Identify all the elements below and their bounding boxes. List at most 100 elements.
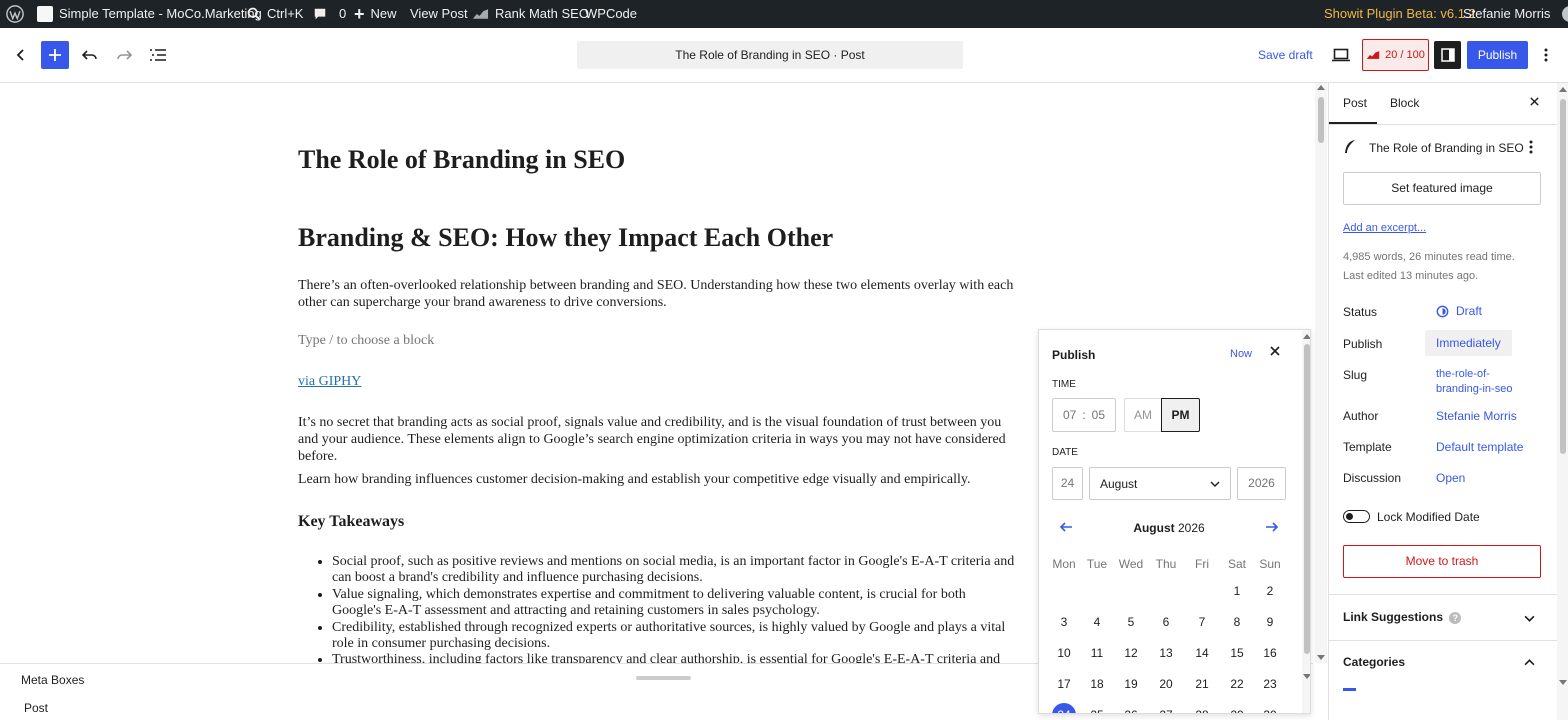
publish-date-button[interactable]: Immediately	[1425, 330, 1512, 356]
am-button[interactable]: AM	[1124, 398, 1162, 432]
scroll-up-arrow-icon[interactable]	[1303, 334, 1310, 339]
scroll-down-arrow-icon[interactable]	[1559, 680, 1567, 685]
help-icon[interactable]: ?	[1449, 612, 1462, 624]
settings-toggle-button[interactable]	[1434, 41, 1461, 69]
takeaways-list[interactable]: Social proof, such as positive reviews a…	[332, 554, 1018, 663]
redo-button[interactable]	[112, 42, 136, 68]
hour-input[interactable]: 07	[1063, 408, 1076, 422]
publish-button[interactable]: Publish	[1467, 41, 1528, 69]
tab-block[interactable]: Block	[1390, 96, 1419, 110]
breadcrumb[interactable]: Post	[24, 701, 48, 715]
wpcode-link[interactable]: WPCode	[585, 0, 637, 28]
popover-scrollbar[interactable]	[1302, 330, 1310, 713]
calendar-day[interactable]: 21	[1187, 677, 1217, 691]
calendar-day[interactable]: 1	[1222, 584, 1252, 598]
site-name-link[interactable]: Simple Template - MoCo.Marketing	[37, 0, 262, 28]
resize-handle[interactable]	[636, 676, 691, 680]
seo-score-button[interactable]: 20 / 100	[1362, 39, 1429, 71]
meta-boxes-toggle[interactable]: Meta Boxes	[21, 673, 84, 687]
scrollbar-thumb[interactable]	[1560, 99, 1566, 454]
calendar-day[interactable]: 26	[1116, 708, 1146, 713]
lock-modified-toggle[interactable]	[1343, 510, 1370, 523]
close-popover-button[interactable]	[1269, 345, 1283, 359]
link-suggestions-panel-toggle[interactable]: Link Suggestions ?	[1343, 610, 1543, 626]
calendar-day-selected[interactable]: 24	[1052, 703, 1076, 713]
post-title[interactable]: The Role of Branding in SEO	[298, 145, 1018, 175]
list-item[interactable]: Value signaling, which demonstrates expe…	[332, 587, 1018, 620]
scroll-down-arrow-icon[interactable]	[1317, 655, 1325, 660]
move-to-trash-button[interactable]: Move to trash	[1343, 545, 1541, 578]
slug-button[interactable]: the-role-of- branding-in-seo	[1436, 367, 1512, 397]
next-month-button[interactable]	[1265, 521, 1279, 535]
previous-month-button[interactable]	[1059, 521, 1073, 535]
scroll-up-arrow-icon[interactable]	[1317, 85, 1325, 90]
paragraph-block[interactable]: There’s an often-overlooked relationship…	[298, 277, 1018, 311]
calendar-day[interactable]: 6	[1151, 615, 1181, 629]
scroll-down-arrow-icon[interactable]	[1303, 674, 1310, 679]
showit-link[interactable]: Showit Plugin Beta: v6.1.2	[1324, 0, 1476, 28]
calendar-day[interactable]: 3	[1049, 615, 1079, 629]
pm-button[interactable]: PM	[1161, 398, 1200, 432]
scrollbar-thumb[interactable]	[1304, 344, 1310, 654]
calendar-day[interactable]: 29	[1222, 708, 1252, 713]
tab-post[interactable]: Post	[1343, 96, 1367, 110]
calendar-day[interactable]: 11	[1082, 646, 1112, 660]
calendar-day[interactable]: 13	[1151, 646, 1181, 660]
status-button[interactable]: Draft	[1436, 304, 1482, 318]
calendar-day[interactable]: 9	[1255, 615, 1285, 629]
sidebar-scrollbar[interactable]	[1557, 83, 1568, 720]
document-title-bar[interactable]: The Role of Branding in SEO · Post	[577, 41, 963, 69]
list-item[interactable]: Trustworthiness, including factors like …	[332, 652, 1018, 663]
calendar-day[interactable]: 10	[1049, 646, 1079, 660]
year-input[interactable]: 2026	[1237, 467, 1286, 500]
calendar-day[interactable]: 30	[1255, 708, 1285, 713]
post-actions-button[interactable]	[1529, 140, 1533, 157]
calendar-day[interactable]: 22	[1222, 677, 1252, 691]
categories-panel-toggle[interactable]: Categories	[1343, 655, 1543, 671]
set-featured-image-button[interactable]: Set featured image	[1343, 172, 1541, 205]
calendar-day[interactable]: 25	[1082, 708, 1112, 713]
calendar-day[interactable]: 19	[1116, 677, 1146, 691]
close-sidebar-button[interactable]	[1529, 96, 1540, 110]
discussion-button[interactable]: Open	[1436, 471, 1465, 485]
category-checkbox[interactable]	[1343, 688, 1356, 691]
view-post-link[interactable]: View Post	[410, 0, 468, 28]
new-content-link[interactable]: + New	[354, 0, 397, 28]
calendar-day[interactable]: 14	[1187, 646, 1217, 660]
rank-math-link[interactable]: Rank Math SEO	[472, 0, 589, 28]
template-button[interactable]: Default template	[1436, 440, 1523, 454]
calendar-day[interactable]: 12	[1116, 646, 1146, 660]
calendar-day[interactable]: 27	[1151, 708, 1181, 713]
key-takeaways-heading[interactable]: Key Takeaways	[298, 513, 1018, 531]
save-draft-button[interactable]: Save draft	[1252, 41, 1319, 69]
block-inserter-button[interactable]	[41, 41, 69, 69]
preview-button[interactable]	[1329, 42, 1353, 68]
minute-input[interactable]: 05	[1092, 408, 1105, 422]
calendar-day[interactable]: 20	[1151, 677, 1181, 691]
comments-link[interactable]: 0	[313, 0, 346, 28]
calendar-day[interactable]: 8	[1222, 615, 1252, 629]
author-button[interactable]: Stefanie Morris	[1436, 409, 1517, 423]
calendar-day[interactable]: 16	[1255, 646, 1285, 660]
scrollbar-thumb[interactable]	[1318, 97, 1324, 143]
block-placeholder[interactable]: Type / to choose a block	[298, 333, 1018, 349]
calendar-day[interactable]: 15	[1222, 646, 1252, 660]
calendar-day[interactable]: 5	[1116, 615, 1146, 629]
calendar-day[interactable]: 4	[1082, 615, 1112, 629]
back-button[interactable]	[10, 42, 32, 68]
calendar-day[interactable]: 7	[1187, 615, 1217, 629]
command-palette-link[interactable]: Ctrl+K	[247, 0, 303, 28]
day-input[interactable]: 24	[1052, 467, 1083, 500]
document-overview-button[interactable]	[146, 42, 170, 68]
list-item[interactable]: Credibility, established through recogni…	[332, 620, 1018, 653]
add-excerpt-link[interactable]: Add an excerpt...	[1343, 222, 1426, 234]
list-item[interactable]: Social proof, such as positive reviews a…	[332, 554, 1018, 587]
calendar-day[interactable]: 17	[1049, 677, 1079, 691]
giphy-link-text[interactable]: via GIPHY	[298, 374, 361, 389]
undo-button[interactable]	[78, 42, 102, 68]
calendar-day[interactable]: 18	[1082, 677, 1112, 691]
giphy-link[interactable]: via GIPHY	[298, 374, 1018, 390]
paragraph-block[interactable]: It’s no secret that branding acts as soc…	[298, 414, 1018, 465]
calendar-day[interactable]: 23	[1255, 677, 1285, 691]
month-select[interactable]: August	[1089, 467, 1231, 500]
